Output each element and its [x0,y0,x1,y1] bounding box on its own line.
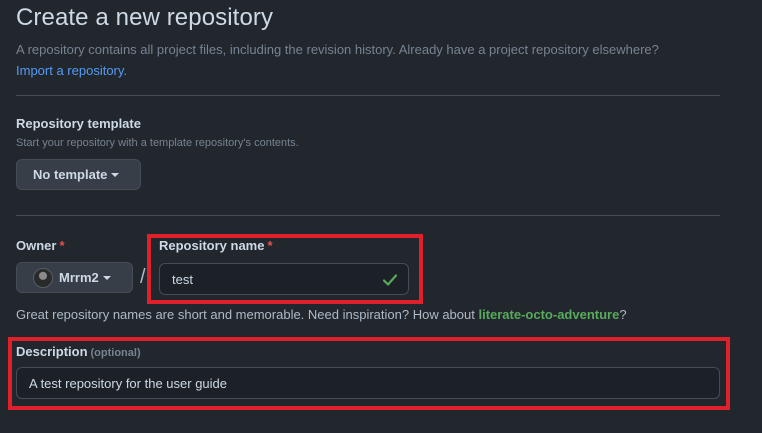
owner-label-text: Owner [16,238,57,253]
required-mark: * [267,238,273,253]
repository-name-hint: Great repository names are short and mem… [16,307,627,322]
divider [16,95,720,96]
repository-name-value: test [172,271,193,287]
description-label-text: Description [16,344,88,359]
import-repository-link[interactable]: Import a repository. [16,63,127,78]
page-subtitle: A repository contains all project files,… [16,39,746,81]
subtitle-text: A repository contains all project files,… [16,42,659,57]
repository-template-label: Repository template [16,116,141,131]
chevron-down-icon [102,275,111,280]
owner-select-button[interactable]: Mrrm2 [16,262,133,293]
required-mark: * [59,238,65,253]
chevron-down-icon [111,172,120,177]
hint-text: Great repository names are short and mem… [16,307,479,322]
template-select-button[interactable]: No template [16,159,141,190]
check-icon [382,274,398,286]
page-title: Create a new repository [16,4,274,31]
create-repository-page: Create a new repository A repository con… [0,0,762,433]
repository-name-label: Repository name * [159,238,273,253]
owner-value: Mrrm2 [59,270,99,285]
owner-name-separator: / [140,266,146,288]
hint-end: ? [619,307,627,322]
avatar [33,267,53,288]
description-label: Description (optional) [16,344,141,359]
name-suggestion-link[interactable]: literate-octo-adventure [478,307,619,322]
description-input[interactable]: A test repository for the user guide [16,367,720,399]
owner-label: Owner * [16,238,65,253]
template-select-label: No template [33,167,108,182]
divider [16,215,720,216]
repository-name-label-text: Repository name [159,238,265,253]
repository-template-hint: Start your repository with a template re… [16,137,299,149]
description-value: A test repository for the user guide [29,375,227,391]
optional-tag: (optional) [90,347,141,359]
repository-name-input[interactable]: test [159,263,409,295]
